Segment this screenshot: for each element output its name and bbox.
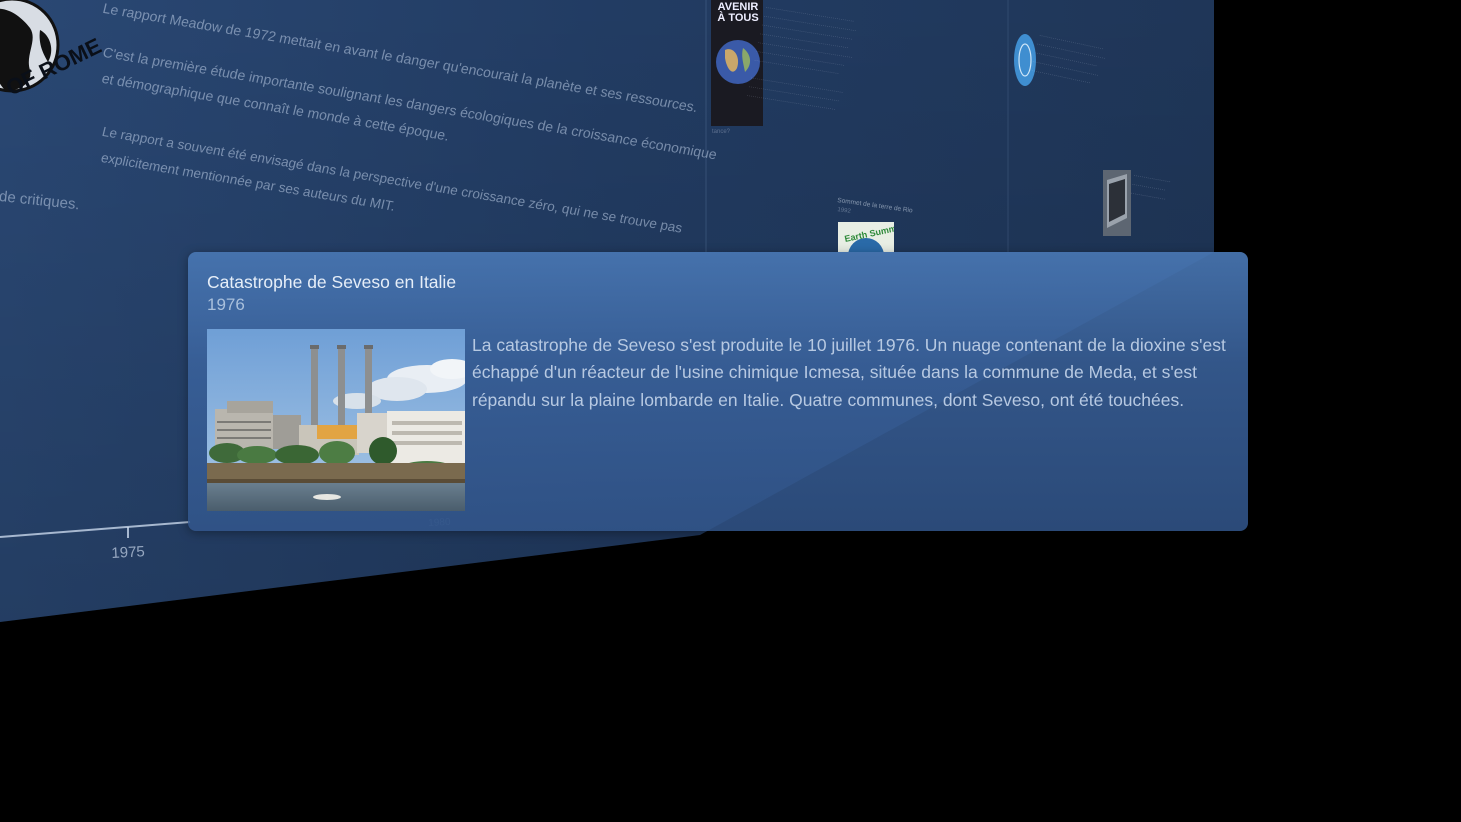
event-description: La catastrophe de Seveso s'est produite … xyxy=(472,335,1226,410)
event-year: 1976 xyxy=(207,295,245,314)
timeline-viewer: OF ROME Le rapport Meadow de 1972 mettai… xyxy=(0,0,1461,822)
book-cover-text: AVENIR À TOUS xyxy=(717,1,759,24)
event-title: Catastrophe de Seveso en Italie xyxy=(207,272,457,292)
laptop-thumbnail xyxy=(1103,170,1131,236)
event-card[interactable]: Catastrophe de Seveso en Italie 1976 La … xyxy=(188,252,1248,531)
earth-summit-logo: Earth Summit xyxy=(838,222,894,252)
factory-photo[interactable] xyxy=(207,329,465,511)
summit-year: 1992 xyxy=(837,206,852,215)
book-caption: tance? xyxy=(712,129,731,135)
axis-label-1975: 1975 xyxy=(111,543,146,562)
